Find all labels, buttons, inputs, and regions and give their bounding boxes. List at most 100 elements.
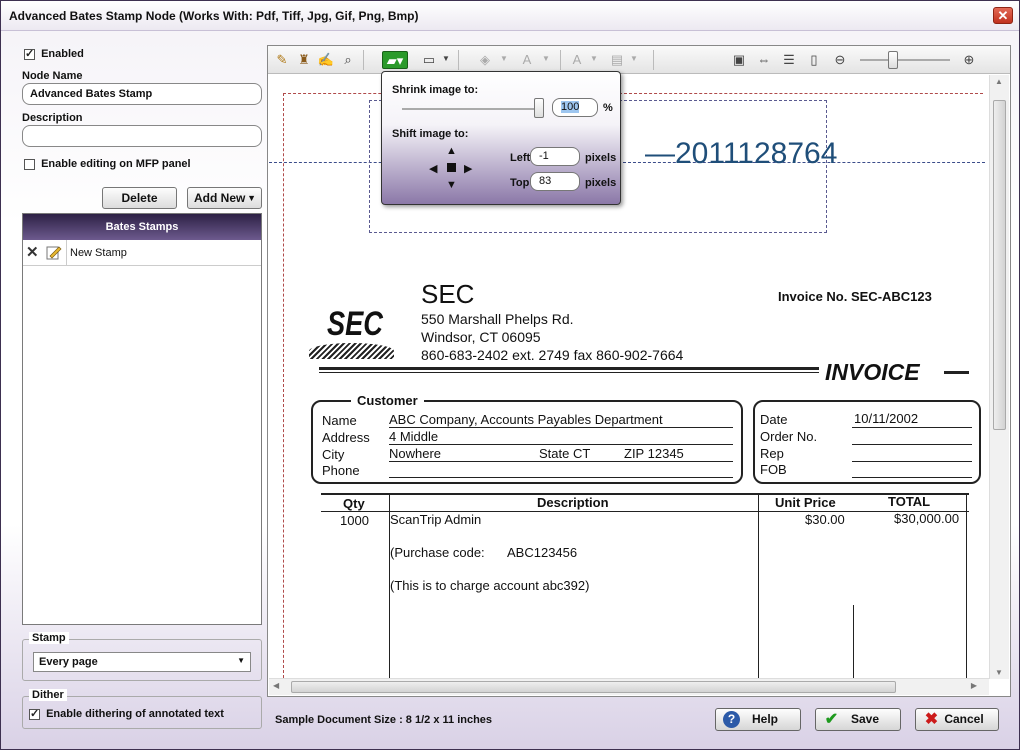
layout-icon[interactable]: ▤: [608, 51, 626, 69]
chevron-down-icon[interactable]: ▼: [630, 54, 638, 63]
image-adjust-icon[interactable]: ▰▾: [382, 51, 408, 69]
save-button[interactable]: ✔ Save: [815, 708, 901, 731]
zoom-slider-thumb[interactable]: [888, 51, 898, 69]
mfp-checkbox[interactable]: [24, 158, 35, 170]
properties-icon[interactable]: ✎: [273, 51, 291, 69]
fit-height-icon[interactable]: ☰: [780, 51, 798, 69]
fit-page-icon[interactable]: ▯: [805, 51, 823, 69]
edit-icon[interactable]: [46, 244, 62, 260]
enabled-checkbox[interactable]: [24, 47, 35, 60]
underline: [852, 444, 972, 445]
delete-button[interactable]: Delete: [102, 187, 177, 209]
document-area: ✎ ♜ ✍ ⌕ ▰▾ ▭ ▼ ◈ ▼ A ▼ A ▼ ▤ ▼ ▣ ⇔ ☰ ▯ ⊖: [267, 45, 1011, 697]
underline: [389, 444, 733, 445]
col-description: Description: [537, 495, 609, 510]
header-rule-thin: [319, 372, 819, 373]
underline: [389, 461, 733, 462]
horizontal-scrollbar[interactable]: ◀ ▶: [269, 678, 989, 695]
shrink-input[interactable]: 100: [552, 98, 598, 117]
dither-checkbox[interactable]: [29, 707, 40, 720]
arrow-up-icon[interactable]: ▲: [446, 145, 457, 157]
chevron-down-icon[interactable]: ▼: [500, 54, 508, 63]
underline: [389, 477, 733, 478]
sample-size-text: Sample Document Size : 8 1/2 x 11 inches: [275, 714, 493, 726]
add-new-button[interactable]: Add New ▼: [187, 187, 262, 209]
preview-icon[interactable]: ⌕: [339, 51, 357, 69]
shrink-slider-track: [402, 108, 542, 110]
close-button[interactable]: ✕: [993, 7, 1013, 24]
fit-width-icon[interactable]: ⇔: [755, 51, 773, 69]
horizontal-scroll-thumb[interactable]: [291, 681, 896, 693]
description-input[interactable]: [22, 125, 262, 147]
scroll-up-icon[interactable]: ▲: [995, 77, 1003, 86]
rep-label: Rep: [760, 446, 784, 461]
chevron-down-icon[interactable]: ▼: [590, 54, 598, 63]
scroll-left-icon[interactable]: ◀: [273, 681, 279, 690]
invoice-title: INVOICE: [825, 359, 920, 385]
underline: [389, 427, 733, 428]
scroll-down-icon[interactable]: ▼: [995, 668, 1003, 677]
zip-label-text: ZIP: [624, 446, 644, 461]
shrink-value: 100: [561, 101, 580, 113]
chevron-down-icon[interactable]: ▼: [442, 54, 450, 63]
left-unit: pixels: [585, 152, 617, 164]
center-icon[interactable]: [447, 163, 456, 172]
top-input[interactable]: 83: [530, 172, 580, 191]
delete-icon[interactable]: ✕: [26, 243, 39, 261]
arrow-left-icon[interactable]: ◀: [429, 162, 437, 175]
stamp-select[interactable]: Every page ▼: [33, 652, 251, 672]
invoice-number: Invoice No. SEC-ABC123: [778, 289, 932, 304]
cust-label-address: Address: [322, 430, 370, 445]
dither-group: Dither Enable dithering of annotated tex…: [22, 689, 262, 729]
stamp-group: Stamp Every page ▼: [22, 632, 262, 681]
enabled-checkbox-row[interactable]: Enabled: [24, 47, 84, 60]
vertical-scrollbar[interactable]: ▲ ▼: [989, 75, 1009, 679]
cancel-button[interactable]: ✖ Cancel: [915, 708, 999, 731]
font-color-icon[interactable]: A: [518, 51, 536, 69]
row-total: $30,000.00: [894, 511, 960, 526]
enabled-label: Enabled: [41, 48, 84, 60]
fill-color-icon[interactable]: ◈: [476, 51, 494, 69]
font-size-icon[interactable]: A: [568, 51, 586, 69]
company-phone: 860-683-2402 ext. 2749 fax 860-902-7664: [421, 347, 684, 363]
purchase-code-label: (Purchase code:: [390, 545, 485, 560]
top-unit: pixels: [585, 177, 617, 189]
cust-address: 4 Middle: [389, 429, 439, 444]
bates-stamps-header: Bates Stamps: [23, 214, 261, 240]
scroll-right-icon[interactable]: ▶: [971, 681, 977, 690]
left-label: Left: [510, 152, 531, 164]
sec-logo: SEC: [327, 305, 383, 343]
dither-checkbox-row[interactable]: Enable dithering of annotated text: [29, 707, 224, 720]
chevron-down-icon[interactable]: ▼: [542, 54, 550, 63]
bates-stamps-panel: Bates Stamps ✕ New Stamp: [22, 213, 262, 625]
view-image-icon[interactable]: ▣: [730, 51, 748, 69]
shrink-slider-thumb[interactable]: [534, 98, 544, 118]
col-divider: [758, 495, 759, 679]
stamp-icon[interactable]: ♜: [295, 51, 313, 69]
cust-label-city: City: [322, 447, 345, 462]
row-unit-price: $30.00: [805, 512, 845, 527]
list-item[interactable]: ✕ New Stamp: [23, 240, 261, 266]
col-divider: [853, 605, 854, 679]
window-title: Advanced Bates Stamp Node (Works With: P…: [9, 9, 419, 23]
shift-label: Shift image to:: [392, 128, 469, 140]
help-label: Help: [751, 712, 778, 726]
state-label-text: State: [539, 446, 570, 461]
arrow-right-icon[interactable]: ▶: [464, 162, 472, 175]
mfp-checkbox-row[interactable]: Enable editing on MFP panel: [24, 158, 191, 170]
help-button[interactable]: ? Help: [715, 708, 801, 731]
left-input[interactable]: -1: [530, 147, 580, 166]
edit-icon[interactable]: ✍: [317, 51, 335, 69]
state-value: CT: [572, 446, 591, 461]
zoom-out-icon[interactable]: ⊖: [831, 51, 849, 69]
state-label: State CT: [539, 446, 590, 461]
shrink-label: Shrink image to:: [392, 84, 479, 96]
border-icon[interactable]: ▭: [420, 51, 438, 69]
zoom-in-icon[interactable]: ⊕: [960, 51, 978, 69]
node-name-input[interactable]: Advanced Bates Stamp: [22, 83, 262, 105]
zip-value: 12345: [647, 446, 684, 461]
arrow-down-icon[interactable]: ▼: [446, 179, 457, 191]
vertical-scroll-thumb[interactable]: [993, 100, 1006, 430]
dither-label: Enable dithering of annotated text: [46, 708, 224, 720]
company-address-2: Windsor, CT 06095: [421, 329, 541, 345]
